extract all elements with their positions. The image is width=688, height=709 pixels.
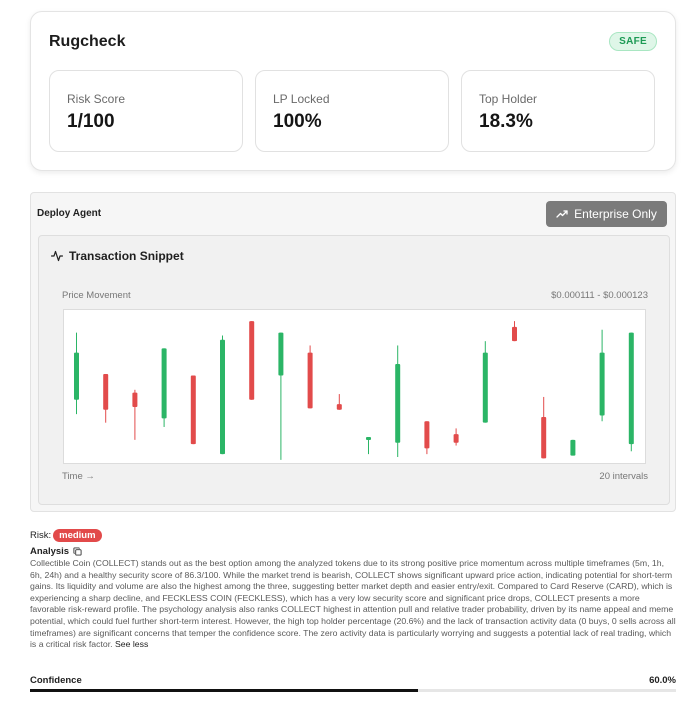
confidence-row: Confidence 60.0% — [30, 675, 676, 686]
transaction-snippet-card: Transaction Snippet Price Movement $0.00… — [38, 235, 670, 505]
intervals-label: 20 intervals — [599, 471, 648, 482]
candle-body — [628, 332, 634, 445]
candle-body — [103, 374, 109, 410]
see-less-link[interactable]: See less — [115, 639, 148, 649]
copy-icon[interactable] — [73, 547, 82, 556]
price-chart-panel: Price Movement $0.000111 - $0.000123 Tim… — [55, 278, 655, 488]
risk-score-label: Risk Score — [67, 92, 126, 106]
candle-body — [453, 434, 459, 443]
lp-locked-stat: LP Locked 100% — [255, 70, 449, 152]
candle-body — [190, 375, 196, 445]
candle-body — [512, 326, 517, 342]
risk-label: Risk: — [30, 530, 52, 541]
candle-body — [395, 364, 401, 443]
enterprise-only-label: Enterprise Only — [574, 207, 657, 221]
rugcheck-title: Rugcheck — [49, 33, 126, 50]
candle-body — [599, 352, 605, 416]
confidence-bar-fill — [30, 689, 418, 692]
risk-row: Risk: medium — [30, 529, 676, 542]
candlestick-chart — [63, 309, 646, 464]
enterprise-only-button[interactable]: Enterprise Only — [546, 201, 667, 227]
analysis-section: Risk: medium Analysis Collectible Coin (… — [30, 529, 676, 651]
candlestick-svg — [74, 321, 634, 460]
candle-body — [74, 352, 79, 400]
candle-body — [307, 352, 313, 409]
confidence-value: 60.0% — [649, 675, 676, 686]
price-movement-label: Price Movement — [62, 290, 131, 301]
analysis-title: Analysis — [30, 546, 70, 557]
candle-body — [278, 332, 284, 376]
snippet-title: Transaction Snippet — [69, 249, 184, 263]
risk-score-stat: Risk Score 1/100 — [49, 70, 243, 152]
top-holder-label: Top Holder — [479, 92, 538, 106]
analysis-body: Collectible Coin (COLLECT) stands out as… — [30, 558, 676, 650]
time-axis-label: Time → — [62, 471, 95, 482]
price-range-label: $0.000111 - $0.000123 — [551, 290, 648, 301]
candle-body — [132, 392, 138, 407]
rugcheck-card: Rugcheck SAFE Risk Score 1/100 LP Locked… — [30, 11, 676, 171]
top-holder-value: 18.3% — [479, 111, 533, 132]
deploy-agent-card: Deploy Agent Enterprise Only Transaction… — [30, 192, 676, 512]
candle-body — [570, 439, 576, 456]
candle-body — [541, 416, 547, 459]
confidence-bar — [30, 689, 676, 692]
analysis-text: Collectible Coin (COLLECT) stands out as… — [30, 558, 676, 651]
confidence-label: Confidence — [30, 675, 82, 686]
risk-badge: medium — [53, 529, 102, 542]
safe-badge: SAFE — [609, 32, 657, 51]
top-holder-stat: Top Holder 18.3% — [461, 70, 655, 152]
candle-body — [249, 321, 255, 400]
lp-locked-value: 100% — [273, 111, 322, 132]
activity-icon — [51, 250, 63, 262]
candle-body — [366, 436, 371, 440]
deploy-agent-label: Deploy Agent — [37, 208, 102, 219]
candle-body — [482, 352, 488, 423]
risk-score-value: 1/100 — [67, 111, 115, 132]
candle-body — [161, 348, 167, 419]
candle-body — [424, 421, 430, 449]
lp-locked-label: LP Locked — [273, 92, 330, 106]
candle-body — [336, 404, 342, 410]
analysis-heading: Analysis — [30, 546, 676, 557]
trending-up-icon — [556, 210, 568, 218]
snippet-header: Transaction Snippet — [51, 249, 184, 263]
candle-body — [220, 339, 225, 455]
